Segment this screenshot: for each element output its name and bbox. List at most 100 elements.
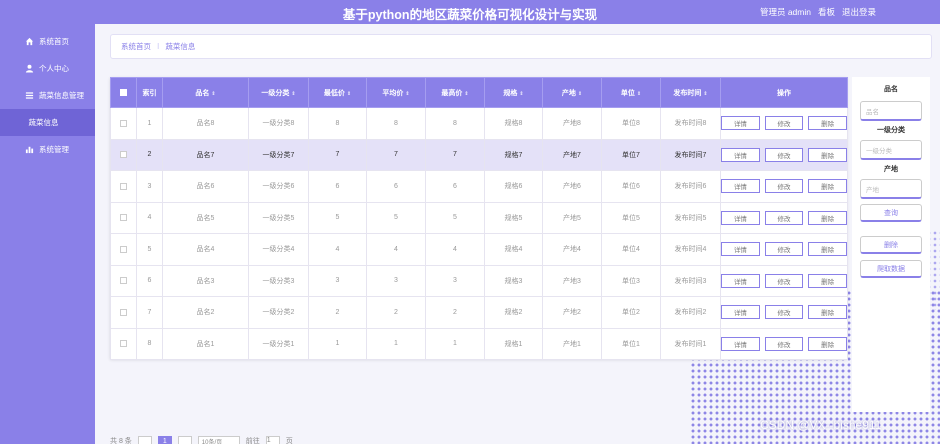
select-cell [110, 170, 137, 203]
delete-button[interactable]: 删除 [808, 336, 848, 351]
table-row[interactable]: 8 品名1 一级分类1 1 1 1 规格1 产地1 单位1 发布时间1 详情 修改 删除 [110, 327, 848, 360]
detail-button[interactable]: 详情 [721, 116, 760, 131]
edit-button[interactable]: 修改 [764, 210, 804, 225]
breadcrumb-home[interactable]: 系统首页 [121, 41, 151, 52]
delete-button[interactable]: 删除 [808, 179, 848, 194]
edit-button[interactable]: 修改 [764, 179, 804, 194]
column-header-label: 单位 [620, 89, 635, 97]
sidebar-item-system-management[interactable]: 系统管理 [0, 136, 95, 163]
delete-button[interactable]: 删除 [808, 210, 848, 225]
table-row[interactable]: 1 品名8 一级分类8 8 8 8 规格8 产地8 单位8 发布时间8 详情 修改 删除 [110, 107, 848, 140]
sort-icon[interactable]: ⇕ [405, 91, 409, 97]
row-checkbox[interactable] [120, 214, 127, 222]
column-header-spec[interactable]: 规格 ⇕ [484, 77, 543, 108]
next-page-button[interactable] [177, 436, 192, 444]
select-cell [110, 264, 137, 297]
row-checkbox[interactable] [120, 151, 127, 159]
delete-button[interactable]: 删除 [808, 116, 848, 131]
row-actions: 详情 修改 删除 [721, 336, 848, 351]
delete-button[interactable]: 删除 [808, 242, 848, 257]
row-checkbox[interactable] [120, 277, 127, 285]
column-header-unit[interactable]: 单位 ⇕ [601, 77, 661, 108]
avg-price-cell: 5 [366, 201, 426, 234]
name-filter-input[interactable]: 品名 [860, 101, 922, 121]
column-header-category[interactable]: 一级分类 ⇕ [248, 77, 309, 108]
name-filter-label: 品名 [884, 86, 898, 93]
actions-cell: 详情 修改 删除 [720, 327, 848, 360]
column-header-min-price[interactable]: 最低价 ⇕ [308, 77, 367, 108]
table-row[interactable]: 7 品名2 一级分类2 2 2 2 规格2 产地2 单位2 发布时间2 详情 修改 删除 [110, 296, 848, 329]
logout-link[interactable]: 退出登录 [842, 6, 876, 18]
table-row[interactable]: 2 品名7 一级分类7 7 7 7 规格7 产地7 单位7 发布时间7 详情 修改 删除 [110, 138, 848, 171]
sort-icon[interactable]: ⇕ [464, 91, 468, 97]
edit-button[interactable]: 修改 [764, 305, 804, 320]
row-checkbox[interactable] [120, 119, 127, 127]
sort-icon[interactable]: ⇕ [347, 91, 351, 97]
detail-button[interactable]: 详情 [721, 147, 760, 162]
detail-button[interactable]: 详情 [721, 336, 760, 351]
page-size-select[interactable]: 10条/页 [197, 436, 240, 444]
edit-button[interactable]: 修改 [764, 336, 804, 351]
user-icon [24, 64, 34, 73]
sidebar-item-vegetable-management[interactable]: 蔬菜信息管理 [0, 82, 95, 109]
column-header-origin[interactable]: 产地 ⇕ [542, 77, 602, 108]
sidebar-item-home[interactable]: 系统首页 [0, 28, 95, 55]
column-header-avg-price[interactable]: 平均价 ⇕ [366, 77, 426, 108]
select-cell [110, 201, 137, 234]
edit-button[interactable]: 修改 [764, 242, 804, 257]
board-link[interactable]: 看板 [818, 6, 835, 18]
column-header-name[interactable]: 品名 ⇕ [162, 77, 249, 108]
sort-icon[interactable]: ⇕ [211, 91, 215, 97]
crawl-data-button[interactable]: 爬取数据 [860, 260, 922, 278]
row-checkbox[interactable] [120, 182, 127, 190]
select-all-checkbox[interactable] [120, 88, 127, 96]
category-filter-input[interactable]: 一级分类 [860, 140, 922, 160]
detail-button[interactable]: 详情 [721, 210, 760, 225]
sort-icon[interactable]: ⇕ [703, 91, 707, 97]
pagination: 共 8 条 1 10条/页 前往 1 页 [110, 436, 293, 444]
delete-button[interactable]: 删除 [808, 147, 848, 162]
unit-cell: 单位1 [601, 327, 661, 360]
edit-button[interactable]: 修改 [764, 147, 804, 162]
delete-button[interactable]: 删除 [808, 305, 848, 320]
column-header-max-price[interactable]: 最高价 ⇕ [425, 77, 485, 108]
column-header-publish-time[interactable]: 发布时间 ⇕ [660, 77, 721, 108]
sidebar-item-profile[interactable]: 个人中心 [0, 55, 95, 82]
search-button[interactable]: 查询 [860, 204, 922, 222]
avg-price-cell: 8 [366, 107, 426, 140]
table-row[interactable]: 5 品名4 一级分类4 4 4 4 规格4 产地4 单位4 发布时间4 详情 修改 删除 [110, 233, 848, 266]
page-number-button[interactable]: 1 [157, 436, 172, 444]
row-checkbox[interactable] [120, 308, 127, 316]
table-row[interactable]: 3 品名6 一级分类6 6 6 6 规格6 产地6 单位6 发布时间6 详情 修改 删除 [110, 170, 848, 203]
edit-button[interactable]: 修改 [764, 273, 804, 288]
row-checkbox[interactable] [120, 245, 127, 253]
delete-button[interactable]: 删除 [808, 273, 848, 288]
detail-button[interactable]: 详情 [721, 305, 760, 320]
detail-button[interactable]: 详情 [721, 242, 760, 257]
row-checkbox[interactable] [120, 340, 127, 348]
prev-page-button[interactable] [137, 436, 152, 444]
index-cell: 7 [136, 296, 163, 329]
column-header-label: 平均价 [382, 89, 404, 97]
origin-filter-label: 产地 [884, 166, 898, 173]
detail-button[interactable]: 详情 [721, 273, 760, 288]
table-row[interactable]: 6 品名3 一级分类3 3 3 3 规格3 产地3 单位3 发布时间3 详情 修改 删除 [110, 264, 848, 297]
origin-filter-input[interactable]: 产地 [860, 179, 922, 199]
name-cell: 品名8 [162, 107, 249, 140]
sort-icon[interactable]: ⇕ [519, 91, 523, 97]
table-row[interactable]: 4 品名5 一级分类5 5 5 5 规格5 产地5 单位5 发布时间5 详情 修改 删除 [110, 201, 848, 234]
filter-panel: 品名 品名 一级分类 一级分类 产地 产地 查询 删除 爬取数据 [852, 77, 930, 412]
origin-cell: 产地5 [542, 201, 602, 234]
unit-cell: 单位7 [601, 138, 661, 171]
goto-page-input[interactable]: 1 [265, 436, 280, 444]
column-header-label: 操作 [777, 89, 791, 97]
batch-delete-button[interactable]: 删除 [860, 236, 922, 254]
category-cell: 一级分类2 [248, 296, 309, 329]
sort-icon[interactable]: ⇕ [578, 91, 582, 97]
actions-cell: 详情 修改 删除 [720, 264, 848, 297]
detail-button[interactable]: 详情 [721, 179, 760, 194]
sidebar-item-vegetable-info[interactable]: 蔬菜信息 [0, 109, 95, 136]
sort-icon[interactable]: ⇕ [291, 91, 295, 97]
edit-button[interactable]: 修改 [764, 116, 804, 131]
sort-icon[interactable]: ⇕ [637, 91, 641, 97]
